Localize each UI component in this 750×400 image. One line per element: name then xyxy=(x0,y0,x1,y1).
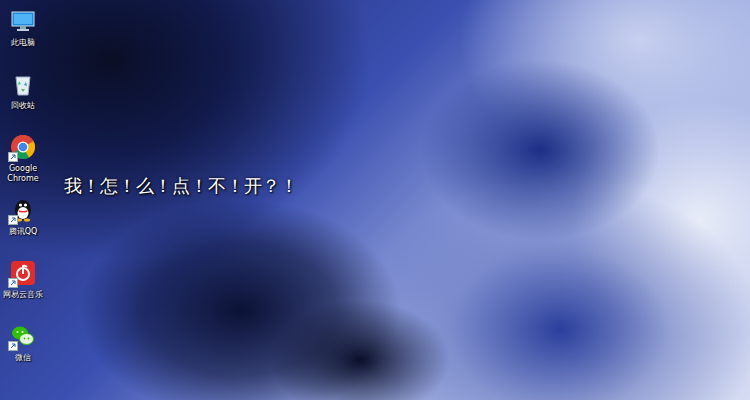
desktop-icon-label: 此电脑 xyxy=(0,38,46,48)
desktop: 此电脑回收站 Google Chrome 腾讯QQ 网易云音乐微信 我！怎！么！点！不！… xyxy=(0,0,750,400)
desktop-icon[interactable]: 微信 xyxy=(0,321,46,384)
desktop-icon[interactable]: 腾讯QQ xyxy=(0,195,46,258)
desktop-icon[interactable]: 网易云音乐 xyxy=(0,258,46,321)
desktop-icon-image xyxy=(8,132,38,162)
desktop-icon-label: 腾讯QQ xyxy=(0,227,46,237)
desktop-icon-label: 微信 xyxy=(0,353,46,363)
desktop-icon-label: 回收站 xyxy=(0,101,46,111)
desktop-icon[interactable]: 此电脑 xyxy=(0,6,46,69)
shortcut-arrow-icon xyxy=(8,278,18,288)
shortcut-arrow-icon xyxy=(8,152,18,162)
caption-text: 我！怎！么！点！不！开？！ xyxy=(64,174,298,198)
desktop-icon-column: 此电脑回收站 Google Chrome 腾讯QQ 网易云音乐微信 xyxy=(0,0,46,384)
desktop-icon[interactable]: 回收站 xyxy=(0,69,46,132)
desktop-icon-image xyxy=(8,258,38,288)
desktop-icon-image xyxy=(8,69,38,99)
desktop-icon-image xyxy=(8,6,38,36)
computer-icon xyxy=(10,9,36,33)
shortcut-arrow-icon xyxy=(8,215,18,225)
desktop-icon-label: Google Chrome xyxy=(0,164,46,184)
desktop-icon[interactable]: Google Chrome xyxy=(0,132,46,195)
recycle-bin-icon xyxy=(11,71,35,97)
desktop-icon-label: 网易云音乐 xyxy=(0,290,46,300)
desktop-icon-image xyxy=(8,195,38,225)
shortcut-arrow-icon xyxy=(8,341,18,351)
desktop-icon-image xyxy=(8,321,38,351)
